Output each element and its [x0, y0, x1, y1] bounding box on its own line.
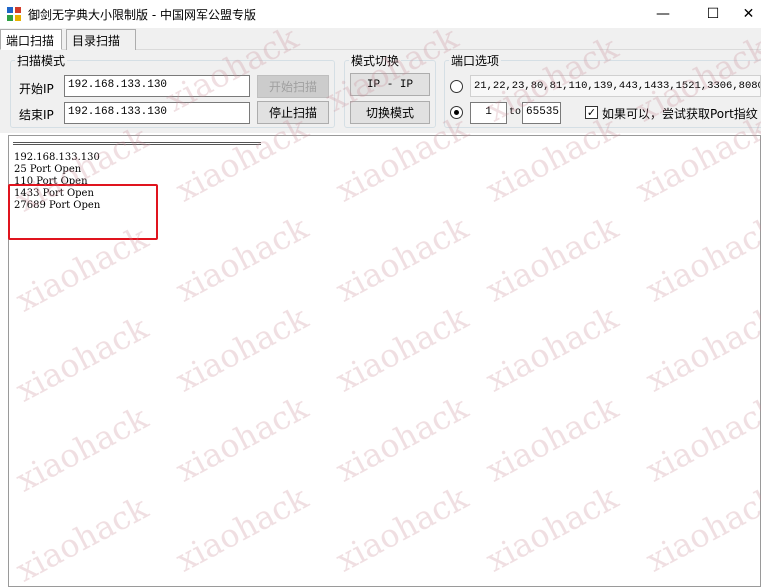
range-to-input[interactable]: 65535: [522, 102, 561, 124]
output-line-port: 25 Port Open: [14, 164, 82, 175]
end-ip-label: 结束IP: [19, 108, 54, 122]
app-icon: [7, 7, 21, 21]
port-options-legend: 端口选项: [451, 54, 500, 68]
tab-directory-scan[interactable]: 目录扫描: [66, 29, 136, 50]
start-ip-label: 开始IP: [19, 82, 54, 96]
scan-mode-legend: 扫描模式: [17, 54, 66, 68]
mode-display: IP - IP: [350, 73, 430, 96]
close-button[interactable]: ✕: [736, 0, 761, 28]
fingerprint-checkbox[interactable]: ✓: [585, 106, 598, 119]
window-title: 御剑无字典大小限制版 - 中国网军公盟专版: [28, 8, 256, 22]
fingerprint-label: 如果可以，尝试获取Port指纹: [602, 107, 758, 121]
output-line-target-ip: 192.168.133.130: [14, 152, 100, 163]
toolbar-panel: 扫描模式 开始IP 192.168.133.130 结束IP 192.168.1…: [0, 50, 761, 133]
highlight-box: [8, 184, 158, 240]
tab-port-scan[interactable]: 端口扫描: [0, 29, 62, 50]
range-to-label: to: [509, 107, 522, 118]
tab-strip: 端口扫描 目录扫描: [0, 28, 761, 50]
maximize-button[interactable]: ☐: [690, 0, 736, 28]
title-bar: 御剑无字典大小限制版 - 中国网军公盟专版 — ☐ ✕: [0, 0, 761, 28]
range-from-input[interactable]: 1: [470, 102, 507, 124]
stop-scan-button[interactable]: 停止扫描: [257, 101, 329, 124]
minimize-button[interactable]: —: [640, 0, 686, 28]
start-ip-input[interactable]: 192.168.133.130: [64, 75, 250, 97]
preset-ports-field[interactable]: 21,22,23,80,81,110,139,443,1433,1521,330…: [470, 75, 761, 97]
start-scan-button[interactable]: 开始扫描: [257, 75, 329, 98]
mode-switch-legend: 模式切换: [351, 54, 400, 68]
end-ip-input[interactable]: 192.168.133.130: [64, 102, 250, 124]
preset-ports-radio[interactable]: [450, 80, 463, 93]
switch-mode-button[interactable]: 切换模式: [350, 101, 430, 124]
port-range-radio[interactable]: [450, 106, 463, 119]
progress-bar: [13, 142, 261, 145]
